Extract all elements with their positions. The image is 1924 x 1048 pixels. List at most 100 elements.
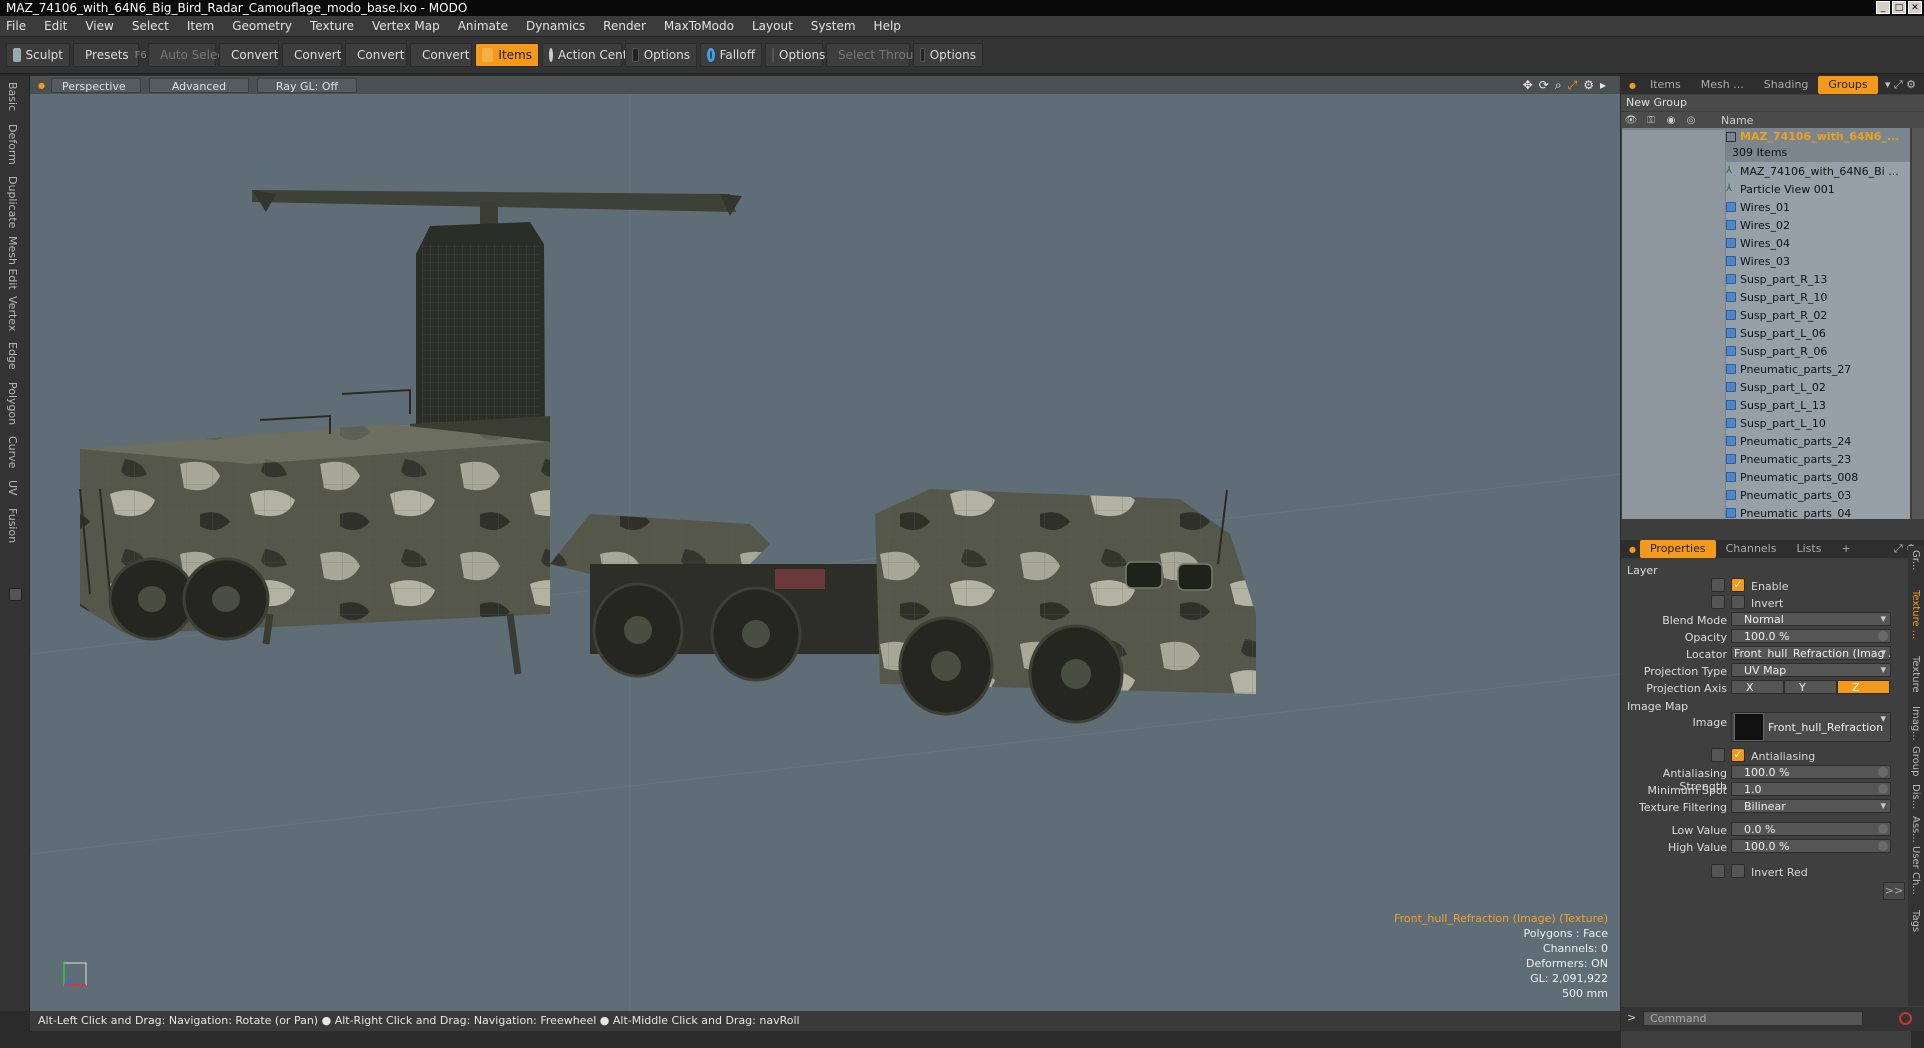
list-item[interactable]: ⅄ Particle View 001 xyxy=(1622,180,1910,198)
tab-fusion[interactable]: Fusion xyxy=(6,508,19,543)
aa-strength-spinner-icon[interactable] xyxy=(1878,767,1888,777)
expand-icon[interactable]: ▸ xyxy=(1600,78,1606,93)
menu-select[interactable]: Select xyxy=(132,19,169,33)
tab-shading[interactable]: Shading xyxy=(1754,76,1819,94)
select-through-button[interactable]: Select Through xyxy=(826,43,929,67)
tab-channels[interactable]: Channels xyxy=(1716,540,1787,558)
opacity-spinner-icon[interactable] xyxy=(1878,631,1888,641)
list-scrollbar[interactable] xyxy=(1912,128,1924,519)
low-value-spinner-icon[interactable] xyxy=(1878,824,1888,834)
menu-animate[interactable]: Animate xyxy=(458,19,508,33)
menu-vertex-map[interactable]: Vertex Map xyxy=(372,19,440,33)
menu-maxtomodo[interactable]: MaxToModo xyxy=(664,19,734,33)
tab-curve[interactable]: Curve xyxy=(6,436,19,468)
record-icon[interactable] xyxy=(1899,1012,1912,1025)
tab-groups[interactable]: Groups xyxy=(1818,76,1878,94)
raygl-toggle[interactable]: Ray GL: Off xyxy=(256,77,357,93)
tab-items[interactable]: Items xyxy=(1640,76,1691,94)
list-item[interactable]: ⅄ MAZ_74106_with_64N6_Bi ... xyxy=(1622,162,1910,180)
shading-dropdown[interactable]: Advanced xyxy=(148,77,249,93)
aa-strength-field[interactable]: 100.0 % xyxy=(1731,765,1891,779)
tab-properties[interactable]: Properties xyxy=(1639,540,1716,558)
menu-file[interactable]: File xyxy=(6,19,26,33)
list-item[interactable]: Wires_03 xyxy=(1622,252,1910,270)
list-item[interactable]: Susp_part_L_13 xyxy=(1622,396,1910,414)
convert-vertices-button[interactable]: Convert xyxy=(219,43,279,67)
tab-duplicate[interactable]: Duplicate xyxy=(6,176,19,228)
tab-uv[interactable]: UV xyxy=(6,480,19,496)
panel-menu-icon[interactable]: ● xyxy=(1629,545,1636,554)
command-input[interactable]: Command xyxy=(1643,1011,1863,1026)
vtab-tags[interactable]: Tags xyxy=(1910,910,1921,932)
vtab-group2[interactable]: Group xyxy=(1910,746,1921,776)
list-item[interactable]: Susp_part_L_10 xyxy=(1622,414,1910,432)
list-item[interactable]: Susp_part_R_06 xyxy=(1622,342,1910,360)
convert-edges-button[interactable]: Convert xyxy=(282,43,342,67)
high-value-spinner-icon[interactable] xyxy=(1878,841,1888,851)
vtab-image[interactable]: Imag... xyxy=(1910,706,1921,741)
invert-red-checkbox[interactable] xyxy=(1731,864,1745,878)
tab-mesh-edit[interactable]: Mesh Edit xyxy=(6,236,19,290)
enable-checkbox[interactable]: ✓ xyxy=(1731,578,1745,592)
axis-x-button[interactable]: X xyxy=(1731,680,1784,694)
action-center-button[interactable]: Action Center xyxy=(542,43,640,67)
menu-layout[interactable]: Layout xyxy=(752,19,793,33)
new-group-button[interactable]: New Group xyxy=(1621,95,1924,111)
falloff-options-button[interactable]: Options xyxy=(765,43,825,67)
tab-vertex[interactable]: Vertex xyxy=(6,296,19,331)
more-button[interactable]: >> xyxy=(1883,882,1905,900)
tab-mesh[interactable]: Mesh ... xyxy=(1691,76,1754,94)
presets-button[interactable]: Presets F6 xyxy=(73,43,147,67)
layer-section-header[interactable]: Layer xyxy=(1627,564,1658,577)
list-item[interactable]: Pneumatic_parts_03 xyxy=(1622,486,1910,504)
menu-view[interactable]: View xyxy=(85,19,113,33)
opacity-field[interactable]: 100.0 % xyxy=(1731,629,1891,643)
gear-icon[interactable]: ⚙ xyxy=(1583,78,1594,93)
vtab-user-channels[interactable]: User Ch... xyxy=(1910,846,1921,895)
falloff-button[interactable]: Falloff xyxy=(700,43,762,67)
blend-mode-select[interactable]: Normal xyxy=(1731,612,1891,626)
list-item[interactable]: Susp_part_L_02 xyxy=(1622,378,1910,396)
zoom-icon[interactable]: ⌕ xyxy=(1555,78,1562,93)
list-item[interactable]: Pneumatic_parts_27 xyxy=(1622,360,1910,378)
tab-lists[interactable]: Lists xyxy=(1786,540,1831,558)
menu-help[interactable]: Help xyxy=(874,19,901,33)
list-item[interactable]: Pneumatic_parts_24 xyxy=(1622,432,1910,450)
vtab-texture[interactable]: Texture xyxy=(1910,656,1921,693)
sculpt-button[interactable]: Sculpt xyxy=(6,43,70,67)
menu-render[interactable]: Render xyxy=(603,19,646,33)
close-button[interactable]: ✕ xyxy=(1908,1,1922,14)
min-spot-field[interactable]: 1.0 xyxy=(1731,782,1891,796)
3d-viewport[interactable]: ● Perspective Advanced Ray GL: Off ✥ ⟳ ⌕… xyxy=(30,76,1620,1011)
list-item[interactable]: Pneumatic_parts_008 xyxy=(1622,468,1910,486)
list-item[interactable]: Pneumatic_parts_04 xyxy=(1622,504,1910,519)
list-item[interactable]: Wires_01 xyxy=(1622,198,1910,216)
panel-options-icon[interactable]: ▾ ⤢ ⚙ xyxy=(1885,78,1916,92)
locator-select[interactable]: Front_hull_Refraction (Imag ... xyxy=(1731,646,1891,660)
maximize-button[interactable]: □ xyxy=(1892,1,1906,14)
select-options-button[interactable]: Options xyxy=(913,43,983,67)
pan-icon[interactable]: ✥ xyxy=(1523,78,1533,93)
list-item[interactable]: Susp_part_L_06 xyxy=(1622,324,1910,342)
items-mode-button[interactable]: Items xyxy=(475,43,539,67)
list-item[interactable]: Susp_part_R_02 xyxy=(1622,306,1910,324)
menu-edit[interactable]: Edit xyxy=(44,19,67,33)
menu-system[interactable]: System xyxy=(811,19,856,33)
high-value-field[interactable]: 100.0 % xyxy=(1731,839,1891,853)
list-item[interactable]: Wires_04 xyxy=(1622,234,1910,252)
convert-materials-button[interactable]: Convert xyxy=(410,43,472,67)
menu-texture[interactable]: Texture xyxy=(310,19,354,33)
collapse-toggle[interactable] xyxy=(9,588,22,601)
tab-deform[interactable]: Deform xyxy=(6,124,19,165)
vtab-texture-active[interactable]: Texture ... xyxy=(1910,590,1921,639)
vtab-assembly[interactable]: Ass... xyxy=(1910,816,1921,843)
list-item[interactable]: Susp_part_R_10 xyxy=(1622,288,1910,306)
panel-menu-icon[interactable]: ● xyxy=(1629,81,1636,90)
list-item[interactable]: Susp_part_R_13 xyxy=(1622,270,1910,288)
tab-edge[interactable]: Edge xyxy=(6,342,19,370)
group-row[interactable]: MAZ_74106_with_64N6_... 309 Items xyxy=(1622,128,1910,164)
menu-dynamics[interactable]: Dynamics xyxy=(526,19,585,33)
list-item[interactable]: Wires_02 xyxy=(1622,216,1910,234)
action-center-options-button[interactable]: Options xyxy=(625,43,697,67)
menu-geometry[interactable]: Geometry xyxy=(232,19,292,33)
